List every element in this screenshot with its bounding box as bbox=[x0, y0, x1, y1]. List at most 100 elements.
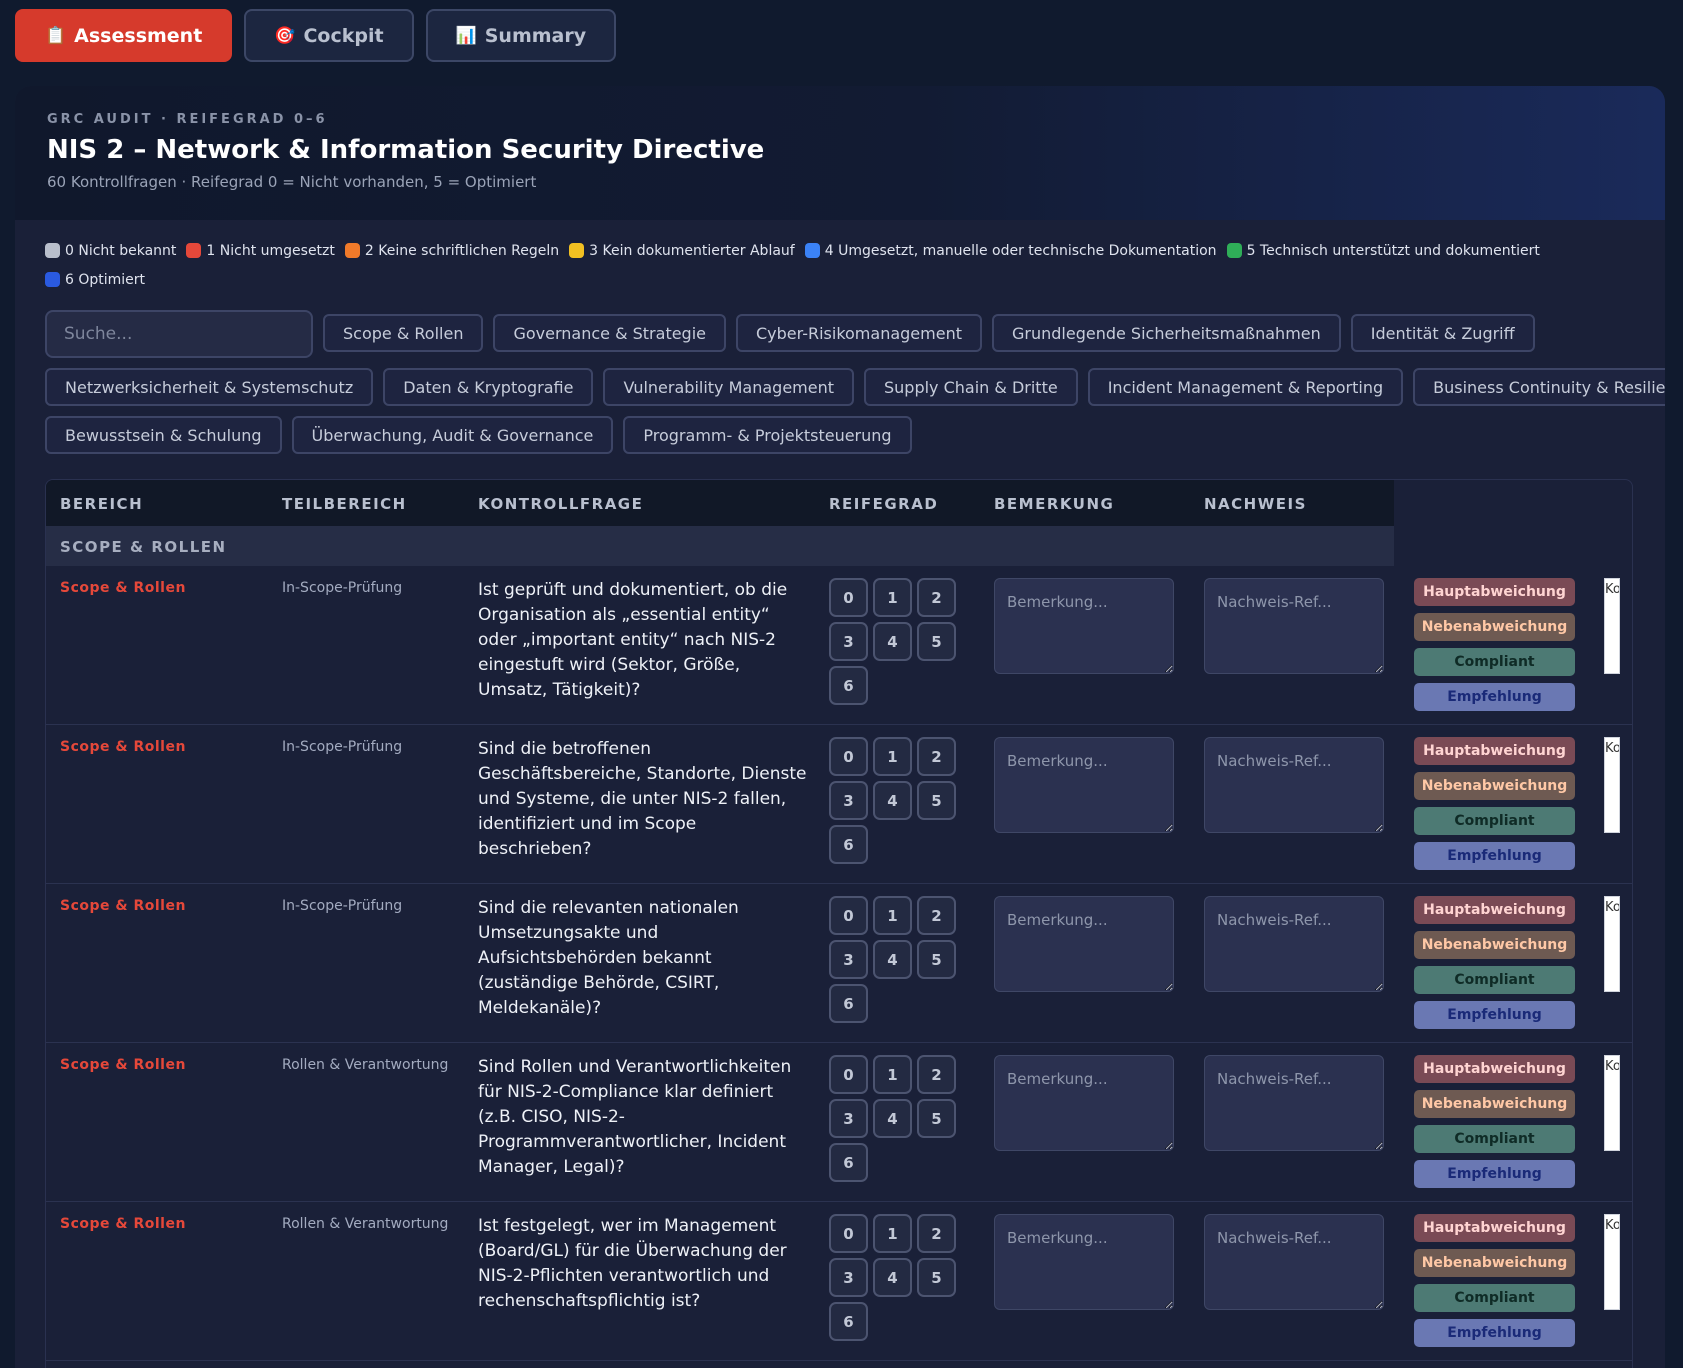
minor-finding-tag[interactable]: Nebenabweichung bbox=[1414, 1249, 1575, 1277]
maturity-level-button[interactable]: 2 bbox=[917, 578, 956, 617]
filter-chip[interactable]: Programm- & Projektsteuerung bbox=[623, 416, 912, 454]
legend-swatch bbox=[45, 243, 60, 258]
maturity-level-button[interactable]: 1 bbox=[873, 896, 912, 935]
evidence-field[interactable] bbox=[1204, 896, 1384, 992]
maturity-level-button[interactable]: 1 bbox=[873, 578, 912, 617]
maturity-level-button[interactable]: 0 bbox=[829, 737, 868, 776]
maturity-selector: 012 345 6 bbox=[829, 896, 959, 1023]
maturity-level-button[interactable]: 5 bbox=[917, 781, 956, 820]
maturity-selector: 012 345 6 bbox=[829, 1055, 959, 1182]
filter-chip[interactable]: Governance & Strategie bbox=[493, 314, 726, 352]
filter-chip[interactable]: Daten & Kryptografie bbox=[383, 368, 594, 406]
filter-chip[interactable]: Business Continuity & Resilienz bbox=[1413, 368, 1665, 406]
legend-item: 1 Nicht umgesetzt bbox=[186, 242, 335, 259]
evidence-field[interactable] bbox=[1204, 1214, 1384, 1310]
comment-field[interactable]: Kom bbox=[1604, 1055, 1620, 1151]
filter-chip[interactable]: Incident Management & Reporting bbox=[1087, 368, 1404, 406]
tab-cockpit[interactable]: 🎯 Cockpit bbox=[244, 9, 414, 62]
compliant-tag[interactable]: Compliant bbox=[1414, 1284, 1575, 1312]
maturity-level-button[interactable]: 4 bbox=[873, 1258, 912, 1297]
tab-summary[interactable]: 📊 Summary bbox=[425, 9, 617, 62]
target-icon: 🎯 bbox=[274, 25, 296, 46]
minor-finding-tag[interactable]: Nebenabweichung bbox=[1414, 931, 1575, 959]
recommendation-tag[interactable]: Empfehlung bbox=[1414, 1001, 1575, 1029]
maturity-level-button[interactable]: 2 bbox=[917, 896, 956, 935]
filter-chip[interactable]: Grundlegende Sicherheitsmaßnahmen bbox=[991, 314, 1341, 352]
remark-field[interactable] bbox=[994, 1055, 1174, 1151]
legend-label: 3 Kein dokumentierter Ablauf bbox=[589, 242, 795, 259]
minor-finding-tag[interactable]: Nebenabweichung bbox=[1414, 613, 1575, 641]
maturity-level-button[interactable]: 1 bbox=[873, 1214, 912, 1253]
maturity-level-button[interactable]: 0 bbox=[829, 896, 868, 935]
evidence-field[interactable] bbox=[1204, 737, 1384, 833]
finding-tags: Hauptabweichung Nebenabweichung Compliant E… bbox=[1414, 737, 1575, 870]
maturity-level-button[interactable]: 0 bbox=[829, 1214, 868, 1253]
recommendation-tag[interactable]: Empfehlung bbox=[1414, 1319, 1575, 1347]
maturity-level-button[interactable]: 1 bbox=[873, 1055, 912, 1094]
comment-field[interactable]: Kom bbox=[1604, 1214, 1620, 1310]
col-kontrollfrage: KONTROLLFRAGE bbox=[478, 495, 644, 513]
maturity-level-button[interactable]: 6 bbox=[829, 1143, 868, 1182]
maturity-level-button[interactable]: 3 bbox=[829, 622, 868, 661]
major-finding-tag[interactable]: Hauptabweichung bbox=[1414, 1214, 1575, 1242]
maturity-level-button[interactable]: 5 bbox=[917, 1258, 956, 1297]
remark-field[interactable] bbox=[994, 737, 1174, 833]
maturity-level-button[interactable]: 3 bbox=[829, 781, 868, 820]
filter-chip[interactable]: Bewusstsein & Schulung bbox=[45, 416, 282, 454]
maturity-level-button[interactable]: 2 bbox=[917, 1055, 956, 1094]
maturity-level-button[interactable]: 6 bbox=[829, 984, 868, 1023]
maturity-level-button[interactable]: 2 bbox=[917, 1214, 956, 1253]
recommendation-tag[interactable]: Empfehlung bbox=[1414, 1160, 1575, 1188]
tab-assessment[interactable]: 📋 Assessment bbox=[15, 9, 233, 62]
maturity-level-button[interactable]: 4 bbox=[873, 781, 912, 820]
filter-chip[interactable]: Identität & Zugriff bbox=[1350, 314, 1535, 352]
major-finding-tag[interactable]: Hauptabweichung bbox=[1414, 578, 1575, 606]
compliant-tag[interactable]: Compliant bbox=[1414, 807, 1575, 835]
filter-chip[interactable]: Scope & Rollen bbox=[323, 314, 484, 352]
major-finding-tag[interactable]: Hauptabweichung bbox=[1414, 896, 1575, 924]
evidence-field[interactable] bbox=[1204, 1055, 1384, 1151]
maturity-level-button[interactable]: 5 bbox=[917, 622, 956, 661]
top-tabs: 📋 Assessment 🎯 Cockpit 📊 Summary bbox=[15, 9, 617, 62]
filter-chip[interactable]: Vulnerability Management bbox=[603, 368, 854, 406]
remark-field[interactable] bbox=[994, 1214, 1174, 1310]
maturity-level-button[interactable]: 6 bbox=[829, 825, 868, 864]
recommendation-tag[interactable]: Empfehlung bbox=[1414, 842, 1575, 870]
filter-chip[interactable]: Cyber-Risikomanagement bbox=[736, 314, 982, 352]
search-input[interactable] bbox=[45, 310, 313, 358]
remark-field[interactable] bbox=[994, 578, 1174, 674]
maturity-level-button[interactable]: 0 bbox=[829, 1055, 868, 1094]
major-finding-tag[interactable]: Hauptabweichung bbox=[1414, 1055, 1575, 1083]
maturity-level-button[interactable]: 2 bbox=[917, 737, 956, 776]
maturity-level-button[interactable]: 3 bbox=[829, 1258, 868, 1297]
compliant-tag[interactable]: Compliant bbox=[1414, 648, 1575, 676]
maturity-level-button[interactable]: 4 bbox=[873, 622, 912, 661]
filter-chip[interactable]: Überwachung, Audit & Governance bbox=[291, 416, 614, 454]
comment-field[interactable]: Kom bbox=[1604, 737, 1620, 833]
comment-field[interactable]: Kom bbox=[1604, 896, 1620, 992]
compliant-tag[interactable]: Compliant bbox=[1414, 1125, 1575, 1153]
comment-field[interactable]: Kom bbox=[1604, 578, 1620, 674]
maturity-level-button[interactable]: 5 bbox=[917, 1099, 956, 1138]
maturity-level-button[interactable]: 0 bbox=[829, 578, 868, 617]
filter-chip[interactable]: Supply Chain & Dritte bbox=[864, 368, 1078, 406]
maturity-level-button[interactable]: 3 bbox=[829, 1099, 868, 1138]
maturity-selector: 012 345 6 bbox=[829, 578, 959, 705]
major-finding-tag[interactable]: Hauptabweichung bbox=[1414, 737, 1575, 765]
compliant-tag[interactable]: Compliant bbox=[1414, 966, 1575, 994]
legend-label: 0 Nicht bekannt bbox=[65, 242, 177, 259]
recommendation-tag[interactable]: Empfehlung bbox=[1414, 683, 1575, 711]
remark-field[interactable] bbox=[994, 896, 1174, 992]
maturity-level-button[interactable]: 5 bbox=[917, 940, 956, 979]
maturity-level-button[interactable]: 4 bbox=[873, 1099, 912, 1138]
maturity-level-button[interactable]: 1 bbox=[873, 737, 912, 776]
evidence-field[interactable] bbox=[1204, 578, 1384, 674]
maturity-level-button[interactable]: 3 bbox=[829, 940, 868, 979]
minor-finding-tag[interactable]: Nebenabweichung bbox=[1414, 1090, 1575, 1118]
col-bemerkung: BEMERKUNG bbox=[994, 495, 1115, 513]
minor-finding-tag[interactable]: Nebenabweichung bbox=[1414, 772, 1575, 800]
maturity-level-button[interactable]: 4 bbox=[873, 940, 912, 979]
maturity-level-button[interactable]: 6 bbox=[829, 666, 868, 705]
maturity-level-button[interactable]: 6 bbox=[829, 1302, 868, 1341]
filter-chip[interactable]: Netzwerksicherheit & Systemschutz bbox=[45, 368, 374, 406]
